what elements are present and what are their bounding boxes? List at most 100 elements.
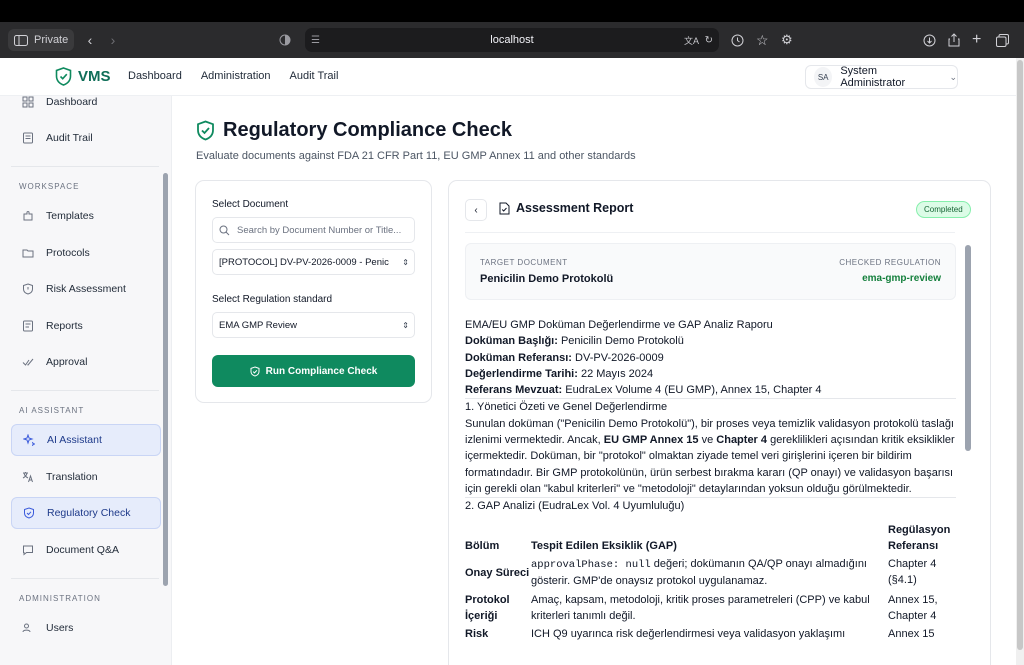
sidebar-item-audit-trail[interactable]: Audit Trail xyxy=(11,122,161,154)
document-select-value: [PROTOCOL] DV-PV-2026-0009 - Penic xyxy=(219,256,389,268)
check-double-icon xyxy=(22,358,34,366)
document-search-input[interactable]: Search by Document Number or Title... xyxy=(212,217,415,243)
status-badge: Completed xyxy=(916,201,971,218)
report-heading: EMA/EU GMP Doküman Değerlendirme ve GAP … xyxy=(465,319,773,331)
table-cell: Chapter 4 (§4.1) xyxy=(888,558,937,587)
sidebar-item-label: AI Assistant xyxy=(47,434,102,446)
brand-name: VMS xyxy=(78,68,111,85)
sidebar-divider xyxy=(11,578,159,579)
sidebar-divider xyxy=(11,390,159,391)
forward-arrow-icon[interactable]: › xyxy=(103,30,123,50)
brand-logo[interactable]: VMS xyxy=(55,67,111,86)
sidebar-item-document-qa[interactable]: Document Q&A xyxy=(11,534,161,566)
sidebar-section-ai-assistant: AI ASSISTANT xyxy=(19,406,85,415)
table-cell: Annex 15, Chapter 4 xyxy=(888,593,938,623)
window-scrollbar[interactable] xyxy=(1016,58,1024,665)
target-document-value: Penicilin Demo Protokolü xyxy=(480,273,614,285)
header-nav-dashboard[interactable]: Dashboard xyxy=(128,70,182,82)
report-title-text: Assessment Report xyxy=(516,201,634,215)
shield-privacy-icon[interactable] xyxy=(279,34,291,46)
chevron-down-icon: ⌄ xyxy=(949,71,957,82)
meta-date: Değerlendirme Tarihi: 22 Mayıs 2024 xyxy=(465,367,654,380)
sidebar-item-protocols[interactable]: Protocols xyxy=(11,237,161,269)
checked-regulation-label: CHECKED REGULATION xyxy=(839,258,941,267)
app-header: VMS Dashboard Administration Audit Trail… xyxy=(0,58,1016,96)
table-cell: ICH Q9 uyarınca risk değerlendirmesi vey… xyxy=(531,628,846,641)
target-document-label: TARGET DOCUMENT xyxy=(480,258,568,267)
sidebar-item-label: Dashboard xyxy=(46,96,98,108)
main-content: Regulatory Compliance Check Evaluate doc… xyxy=(172,96,1016,665)
star-bookmark-icon[interactable]: ☆ xyxy=(756,32,769,49)
search-icon xyxy=(219,225,230,236)
file-check-icon xyxy=(499,202,510,215)
download-icon[interactable] xyxy=(923,34,936,47)
assessment-report-card: ‹ Assessment Report Completed TARGET DOC… xyxy=(448,180,991,665)
table-header: Tespit Edilen Eksiklik (GAP) xyxy=(531,539,677,552)
report-body: EMA/EU GMP Doküman Değerlendirme ve GAP … xyxy=(465,317,956,647)
gap-table: Bölüm Tespit Edilen Eksiklik (GAP) Regül… xyxy=(465,521,956,644)
sidebar-item-users[interactable]: Users xyxy=(11,612,161,644)
regulation-select-value: EMA GMP Review xyxy=(219,319,297,331)
sidebar-item-dashboard[interactable]: Dashboard xyxy=(11,96,161,118)
sidebar-divider xyxy=(11,166,159,167)
header-nav-audit-trail[interactable]: Audit Trail xyxy=(290,70,339,82)
sidebar-item-regulatory-check[interactable]: Regulatory Check xyxy=(11,497,161,529)
table-cell: Onay Süreci xyxy=(465,566,530,579)
reload-icon[interactable]: ↻ xyxy=(705,35,713,46)
sidebar-item-reports[interactable]: Reports xyxy=(11,310,161,342)
user-menu-button[interactable]: SA System Administrator ⌄ xyxy=(805,65,958,89)
page-title-text: Regulatory Compliance Check xyxy=(223,119,512,141)
share-icon[interactable] xyxy=(948,33,960,47)
table-row: Onay Süreci approvalPhase: null değeri; … xyxy=(465,555,956,591)
table-row: Protokol İçeriği Amaç, kapsam, metodoloj… xyxy=(465,591,956,626)
sidebar-item-ai-assistant[interactable]: AI Assistant xyxy=(11,424,161,456)
private-tab-button[interactable]: Private xyxy=(8,29,75,51)
back-button[interactable]: ‹ xyxy=(465,199,487,221)
url-text: localhost xyxy=(490,34,534,46)
shield-check-icon xyxy=(24,507,34,519)
sidebar-item-label: Users xyxy=(46,622,74,634)
file-list-icon xyxy=(23,132,33,144)
new-tab-plus-icon[interactable]: + xyxy=(972,31,981,49)
select-arrows-icon: ⇕ xyxy=(402,257,409,267)
select-arrows-icon: ⇕ xyxy=(402,320,409,330)
table-header: Bölüm xyxy=(465,539,500,552)
sidebar-item-label: Audit Trail xyxy=(46,132,93,144)
folder-icon xyxy=(22,249,34,258)
sidebar-item-risk-assessment[interactable]: Risk Assessment xyxy=(11,273,161,305)
translate-icon xyxy=(22,472,33,483)
document-select[interactable]: [PROTOCOL] DV-PV-2026-0009 - Penic ⇕ xyxy=(212,249,415,275)
url-bar[interactable]: ☰ localhost 文A ↻ xyxy=(305,28,719,52)
gear-settings-icon[interactable]: ⚙ xyxy=(781,32,793,48)
sidebar-item-label: Templates xyxy=(46,210,94,222)
history-icon[interactable] xyxy=(731,34,744,47)
sidebar-item-label: Approval xyxy=(46,356,88,368)
header-nav-administration[interactable]: Administration xyxy=(201,70,271,82)
translate-icon[interactable]: 文A xyxy=(684,34,699,47)
regulation-label: Select Regulation standard xyxy=(212,294,333,305)
sidebar-item-approval[interactable]: Approval xyxy=(11,346,161,378)
report-scrollbar[interactable] xyxy=(965,245,971,451)
section-1-paragraph: Sunulan doküman ("Penicilin Demo Protoko… xyxy=(465,417,955,495)
sidebar-item-templates[interactable]: Templates xyxy=(11,200,161,232)
tab-overview-icon[interactable] xyxy=(996,33,1009,47)
sidebar-item-translation[interactable]: Translation xyxy=(11,461,161,493)
screen-top-bar xyxy=(0,0,1024,22)
sidebar-item-label: Regulatory Check xyxy=(47,507,131,519)
shield-check-icon xyxy=(196,120,215,141)
page-title: Regulatory Compliance Check xyxy=(196,119,512,142)
meta-reference: Doküman Referansı: DV-PV-2026-0009 xyxy=(465,351,664,364)
back-arrow-icon[interactable]: ‹ xyxy=(80,30,100,50)
selection-form-card: Select Document Search by Document Numbe… xyxy=(195,180,432,403)
meta-regulation: Referans Mevzuat: EudraLex Volume 4 (EU … xyxy=(465,384,822,397)
window-scrollbar-thumb[interactable] xyxy=(1017,60,1023,650)
table-row: Risk ICH Q9 uyarınca risk değerlendirmes… xyxy=(465,625,956,643)
sidebar-item-label: Risk Assessment xyxy=(46,283,126,295)
grid-icon xyxy=(22,96,34,108)
header-nav: Dashboard Administration Audit Trail xyxy=(128,70,338,82)
page-menu-icon[interactable]: ☰ xyxy=(311,35,320,46)
regulation-select[interactable]: EMA GMP Review ⇕ xyxy=(212,312,415,338)
table-header: Regülasyon Referansı xyxy=(888,523,951,552)
run-compliance-check-button[interactable]: Run Compliance Check xyxy=(212,355,415,387)
sidebar-scrollbar[interactable] xyxy=(163,173,168,586)
